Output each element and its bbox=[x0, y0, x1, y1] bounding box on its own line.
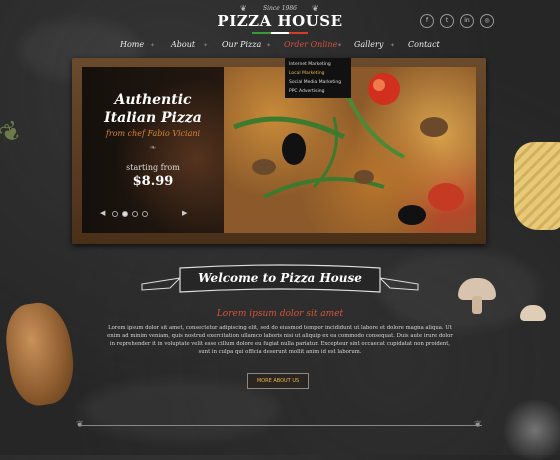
nav-separator-icon: ✦ bbox=[150, 42, 156, 49]
nav-order-online[interactable]: Order Online bbox=[284, 40, 337, 49]
chalk-smudge bbox=[80, 380, 280, 440]
slide-price: $8.99 bbox=[132, 174, 174, 189]
slide-chef: from chef Fabio Viciani bbox=[105, 129, 201, 138]
ornament-icon: ❧ bbox=[149, 143, 157, 152]
prev-arrow-icon[interactable]: ◀ bbox=[100, 209, 105, 217]
rosemary-icon: ❦ bbox=[0, 114, 28, 152]
dropdown-item[interactable]: Internet Marketing bbox=[285, 60, 351, 69]
divider-ornament-icon: ❦ bbox=[474, 420, 482, 430]
twitter-icon[interactable]: t bbox=[440, 14, 454, 28]
hero-slider[interactable]: Authentic Italian Pizza from chef Fabio … bbox=[82, 67, 476, 233]
welcome-body: Lorem ipsum dolor sit amet, consectetur … bbox=[107, 325, 453, 355]
mushroom-stem bbox=[472, 296, 482, 314]
slider-dot[interactable] bbox=[132, 211, 138, 217]
mushroom-image bbox=[520, 305, 546, 321]
dropdown-item-selected[interactable]: Local Marketing bbox=[285, 69, 351, 78]
slider-dot[interactable] bbox=[112, 211, 118, 217]
stripe-red bbox=[289, 32, 309, 34]
nav-gallery[interactable]: Gallery bbox=[354, 40, 383, 49]
next-arrow-icon[interactable]: ▶ bbox=[182, 209, 187, 217]
nav-separator-icon: ✦ bbox=[390, 42, 396, 49]
nav-separator-icon: ✦ bbox=[203, 42, 209, 49]
slide-title-line1: Authentic bbox=[114, 92, 192, 108]
slider-dots bbox=[112, 211, 148, 217]
instagram-icon[interactable]: ◎ bbox=[480, 14, 494, 28]
linkedin-icon[interactable]: in bbox=[460, 14, 474, 28]
slide-title: Authentic Italian Pizza bbox=[82, 91, 224, 127]
order-online-dropdown: Internet Marketing Local Marketing Socia… bbox=[285, 58, 351, 98]
nav-separator-icon: ✦ bbox=[266, 42, 272, 49]
main-nav: Home ✦ About ✦ Our Pizza ✦ Order Online … bbox=[0, 40, 560, 54]
pasta-image bbox=[514, 142, 560, 230]
divider-ornament-icon: ❦ bbox=[76, 420, 84, 430]
nav-separator-icon: ✦ bbox=[337, 42, 343, 49]
slide-title-line2: Italian Pizza bbox=[104, 110, 202, 126]
salt-splash bbox=[500, 400, 560, 460]
social-links: f t in ◎ bbox=[420, 14, 494, 28]
nav-contact[interactable]: Contact bbox=[408, 40, 440, 49]
nav-home[interactable]: Home bbox=[120, 40, 144, 49]
slide-starting-from: starting from bbox=[126, 163, 180, 172]
nav-about[interactable]: About bbox=[171, 40, 195, 49]
footer-divider bbox=[78, 425, 482, 426]
logo-since: Since 1986 bbox=[263, 5, 297, 12]
slider-dot[interactable] bbox=[142, 211, 148, 217]
stripe-green bbox=[252, 32, 271, 34]
logo-stripe bbox=[252, 32, 309, 34]
dropdown-item[interactable]: Social Media Marketing bbox=[285, 78, 351, 87]
facebook-icon[interactable]: f bbox=[420, 14, 434, 28]
stripe-white bbox=[270, 32, 290, 34]
dropdown-item[interactable]: PPC Advertising bbox=[285, 87, 351, 96]
nav-our-pizza[interactable]: Our Pizza bbox=[222, 40, 261, 49]
slider-dot-active[interactable] bbox=[122, 211, 128, 217]
more-about-us-button[interactable]: MORE ABOUT US bbox=[247, 373, 309, 389]
